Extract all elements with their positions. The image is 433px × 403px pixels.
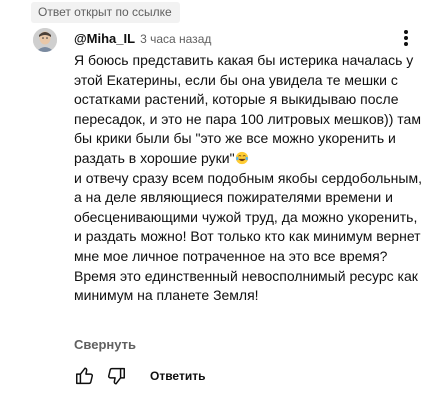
menu-dot — [404, 30, 408, 34]
thumbs-up-icon — [76, 367, 94, 385]
comment-actions: Ответить — [72, 362, 272, 390]
menu-dot — [404, 36, 408, 40]
comment-paragraph: и отвечу сразу всем подобным якобы сердо… — [74, 169, 422, 304]
comment-paragraph: Я боюсь представить какая бы истерика на… — [74, 51, 422, 169]
author-name[interactable]: @Miha_IL — [74, 31, 135, 46]
thumbs-down-icon — [107, 367, 125, 385]
menu-dot — [404, 42, 408, 46]
dislike-button[interactable] — [105, 365, 127, 387]
laughing-tears-emoji — [235, 151, 248, 165]
comment-time[interactable]: 3 часа назад — [140, 32, 211, 46]
like-button[interactable] — [74, 365, 96, 387]
collapse-button[interactable]: Свернуть — [74, 337, 136, 353]
reply-button[interactable]: Ответить — [150, 368, 205, 384]
avatar-image — [33, 28, 57, 52]
comment-body: Я боюсь представить какая бы истерика на… — [74, 51, 422, 306]
avatar[interactable] — [33, 28, 57, 52]
comment-header: @Miha_IL 3 часа назад — [74, 31, 211, 47]
comment-thread: Ответ открыт по ссылке @Miha_IL 3 часа на… — [0, 0, 433, 403]
comment-paragraph-text: Я боюсь представить какая бы истерика на… — [74, 52, 421, 166]
more-actions-button[interactable] — [396, 28, 416, 48]
linked-reply-badge: Ответ открыт по ссылке — [31, 2, 180, 23]
